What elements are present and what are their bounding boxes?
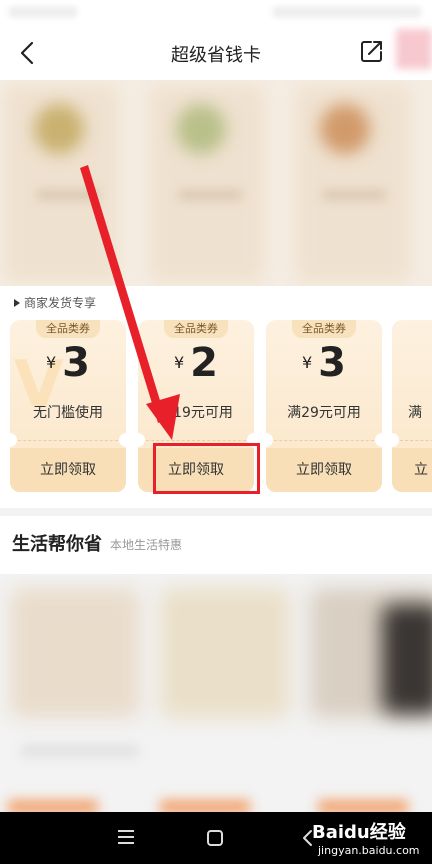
banner-food-image — [320, 104, 370, 154]
coupon-condition: 满19元可用 — [159, 405, 233, 421]
deal-tag-blur — [160, 800, 250, 812]
coupon-notch — [138, 433, 145, 447]
section-tag-label: 商家发货专享 — [24, 296, 97, 310]
deal-card-image — [382, 604, 432, 714]
share-icon[interactable] — [359, 38, 385, 64]
life-section-subtitle: 本地生活特惠 — [110, 538, 183, 552]
coupon-notch — [392, 433, 399, 447]
watermark-brand: Baidu经验 — [312, 822, 406, 843]
coupon-category-label: 全品类券 — [292, 320, 356, 338]
currency-symbol: ¥ — [173, 353, 185, 372]
app-screen: 超级省钱卡 商家发货专享 V 全品类券 ¥3 无门槛使用 立即领取 全品类券 ¥… — [0, 0, 432, 864]
coupon-notch — [119, 433, 126, 447]
home-icon[interactable] — [207, 830, 223, 846]
coupon-amount: ¥3 — [10, 340, 126, 386]
deal-card-image — [10, 588, 140, 718]
coupon-condition: 满29元可用 — [287, 405, 361, 421]
claim-button-area: 立 — [392, 448, 432, 492]
coupon-category-label: 全品类券 — [164, 320, 228, 338]
coupon-amount: ¥2 — [138, 340, 254, 386]
coupon-value: 3 — [62, 340, 91, 386]
coupon-condition: 无门槛使用 — [33, 405, 103, 421]
coupon-divider — [18, 440, 118, 441]
top-header: 超级省钱卡 — [0, 26, 432, 80]
coupon-amount: ¥3 — [266, 340, 382, 386]
status-right-blur — [272, 6, 422, 18]
banner-food-image — [176, 104, 226, 154]
deal-tag-blur — [8, 800, 98, 812]
deal-card-image — [160, 588, 290, 718]
status-bar — [0, 0, 432, 26]
claim-button[interactable]: 立即领取 — [266, 448, 382, 492]
claim-button[interactable]: 立即领取 — [10, 448, 126, 492]
deal-text-blur — [20, 744, 140, 758]
currency-symbol: ¥ — [301, 353, 313, 372]
life-section-header: 生活帮你省 本地生活特惠 — [0, 516, 432, 574]
status-left-blur — [8, 6, 78, 18]
section-tag: 商家发货专享 — [14, 294, 96, 311]
coupon-notch — [10, 433, 17, 447]
coupon-divider — [400, 440, 432, 441]
banner-food-image — [34, 104, 84, 154]
coupon-card: V 全品类券 ¥3 无门槛使用 立即领取 — [10, 320, 126, 492]
banner-text-blur — [36, 190, 100, 200]
currency-symbol: ¥ — [45, 353, 57, 372]
coupon-condition: 满 — [408, 405, 422, 421]
coupon-card: 满 立 — [392, 320, 432, 492]
deal-tag-blur — [318, 800, 408, 812]
coupon-value: 3 — [318, 340, 347, 386]
coupon-value: 2 — [190, 340, 219, 386]
claim-button-area: 立即领取 — [266, 448, 382, 492]
banner-text-blur — [178, 190, 242, 200]
claim-button[interactable]: 立 — [392, 448, 432, 492]
watermark-url: jingyan.baidu.com — [318, 844, 420, 857]
system-nav-bar: Baidu经验 jingyan.baidu.com — [0, 812, 432, 864]
coupon-category-label: 全品类券 — [36, 320, 100, 338]
coupon-card: 全品类券 ¥3 满29元可用 立即领取 — [266, 320, 382, 492]
coupon-divider — [274, 440, 374, 441]
coupon-notch — [375, 433, 382, 447]
header-blur-patch — [396, 29, 432, 69]
life-deals-list[interactable] — [0, 574, 432, 812]
life-section-title: 生活帮你省 — [12, 534, 102, 555]
triangle-icon — [14, 298, 20, 307]
banner-text-blur — [322, 190, 386, 200]
highlight-box — [153, 443, 260, 494]
menu-icon[interactable] — [118, 830, 134, 844]
coupon-notch — [266, 433, 273, 447]
claim-button-area: 立即领取 — [10, 448, 126, 492]
coupon-divider — [146, 440, 246, 441]
promo-banner[interactable] — [0, 80, 432, 286]
